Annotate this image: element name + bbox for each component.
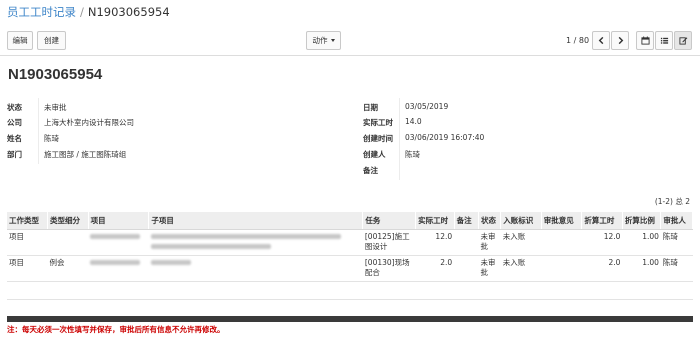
cell-subproject-redacted: [148, 229, 363, 256]
field-label-name: 姓名: [7, 134, 22, 143]
column-header[interactable]: 审批人: [660, 212, 693, 230]
left-fields-divider: [38, 98, 39, 164]
cell-project-redacted: [88, 229, 149, 256]
calendar-view-button[interactable]: [636, 31, 654, 50]
field-label-actual-hours: 实际工时: [363, 118, 393, 127]
field-value-create-time: 03/06/2019 16:07:40: [405, 133, 485, 142]
field-value-date: 03/05/2019: [405, 102, 449, 111]
cell-subproject-redacted: [148, 255, 363, 282]
form-view-button[interactable]: [674, 31, 692, 50]
create-button[interactable]: 创建: [37, 31, 66, 50]
field-label-company: 公司: [7, 118, 22, 127]
field-label-status: 状态: [7, 103, 22, 112]
column-header[interactable]: 实际工时: [415, 212, 455, 230]
footer-notice: 注：每天必须一次性填写并保存，审批后所有信息不允许再修改。: [7, 325, 225, 334]
cell-subtype: [47, 229, 89, 256]
column-header[interactable]: 子项目: [148, 212, 364, 230]
table-empty-row: [7, 281, 693, 300]
cell-subtype: 例会: [47, 255, 89, 282]
pager-counter[interactable]: 1 / 80: [566, 31, 589, 50]
chevron-right-icon: [618, 36, 623, 45]
column-header[interactable]: 类型细分: [47, 212, 89, 230]
cell-approver: 陈琦: [660, 229, 693, 256]
pager-previous-button[interactable]: [592, 31, 610, 50]
field-label-create-time: 创建时间: [363, 134, 393, 143]
field-value-creator: 陈琦: [405, 150, 420, 159]
footer-bar: [7, 316, 693, 322]
cell-converted-hours: 2.0: [581, 255, 623, 282]
cell-actual-hours: 12.0: [415, 229, 455, 256]
form-edit-icon: [678, 37, 687, 45]
cell-booked-flag: 未入账: [500, 255, 542, 282]
field-label-department: 部门: [7, 150, 22, 159]
cell-task: [00125]施工图设计: [362, 229, 416, 256]
cell-converted-hours: 12.0: [581, 229, 623, 256]
cell-task: [00130]现场配合: [362, 255, 416, 282]
cell-type: 项目: [7, 255, 48, 282]
cell-type: 项目: [7, 229, 48, 256]
field-value-company: 上海大朴室内设计有限公司: [44, 118, 134, 127]
breadcrumb: 员工工时记录 / N1903065954: [7, 4, 170, 20]
column-header[interactable]: 入账标识: [500, 212, 542, 230]
breadcrumb-parent-link[interactable]: 员工工时记录: [7, 4, 76, 20]
field-value-department: 施工图部 / 施工图陈琦组: [44, 150, 127, 159]
timesheet-lines-table: 工作类型 类型细分 项目 子项目 任务 实际工时 备注 状态 入账标识 审批意见…: [7, 212, 693, 300]
column-header[interactable]: 任务: [362, 212, 417, 230]
list-icon: [660, 37, 668, 44]
toolbar: 编辑 创建 动作 1 / 80: [0, 28, 700, 52]
cell-conversion-ratio: 1.00: [622, 255, 661, 282]
right-fields-divider: [399, 98, 400, 180]
field-value-name: 陈琦: [44, 134, 59, 143]
field-label-remark: 备注: [363, 166, 378, 175]
action-dropdown-button[interactable]: 动作: [306, 31, 341, 50]
column-header[interactable]: 状态: [478, 212, 502, 230]
calendar-icon: [640, 36, 650, 45]
field-label-date: 日期: [363, 103, 378, 112]
cell-remark: [454, 255, 479, 282]
table-header-row: 工作类型 类型细分 项目 子项目 任务 实际工时 备注 状态 入账标识 审批意见…: [7, 212, 693, 230]
column-header[interactable]: 折算工时: [581, 212, 623, 230]
caret-down-icon: [330, 39, 335, 42]
action-label: 动作: [312, 36, 328, 45]
field-value-status: 未审批: [44, 103, 67, 112]
cell-approver: 陈琦: [660, 255, 693, 282]
table-row[interactable]: 项目 [00125]施工图设计 12.0 未审批 未入账 12.0 1.00 陈…: [7, 229, 693, 256]
record-count: (1-2) 总 2: [654, 197, 690, 206]
column-header[interactable]: 项目: [88, 212, 150, 230]
column-header[interactable]: 备注: [454, 212, 479, 230]
cell-remark: [454, 229, 479, 256]
cell-status: 未审批: [478, 255, 501, 282]
cell-approval-opinion: [541, 255, 582, 282]
breadcrumb-current: N1903065954: [87, 5, 170, 19]
cell-project-redacted: [88, 255, 149, 282]
list-view-button[interactable]: [655, 31, 673, 50]
chevron-left-icon: [598, 36, 603, 45]
cell-booked-flag: 未入账: [500, 229, 542, 256]
column-header[interactable]: 审批意见: [541, 212, 583, 230]
toolbar-divider: [0, 55, 700, 56]
edit-button[interactable]: 编辑: [7, 31, 33, 50]
record-title: N1903065954: [8, 66, 103, 83]
pager-next-button[interactable]: [611, 31, 629, 50]
table-row[interactable]: 项目 例会 [00130]现场配合 2.0 未审批 未入账 2.0 1.00 陈…: [7, 255, 693, 282]
breadcrumb-separator: /: [80, 5, 84, 19]
cell-actual-hours: 2.0: [415, 255, 455, 282]
cell-conversion-ratio: 1.00: [622, 229, 661, 256]
field-label-creator: 创建人: [363, 150, 386, 159]
cell-status: 未审批: [478, 229, 501, 256]
column-header[interactable]: 工作类型: [7, 212, 49, 230]
column-header[interactable]: 折算比例: [622, 212, 662, 230]
cell-approval-opinion: [541, 229, 582, 256]
field-value-actual-hours: 14.0: [405, 117, 422, 126]
